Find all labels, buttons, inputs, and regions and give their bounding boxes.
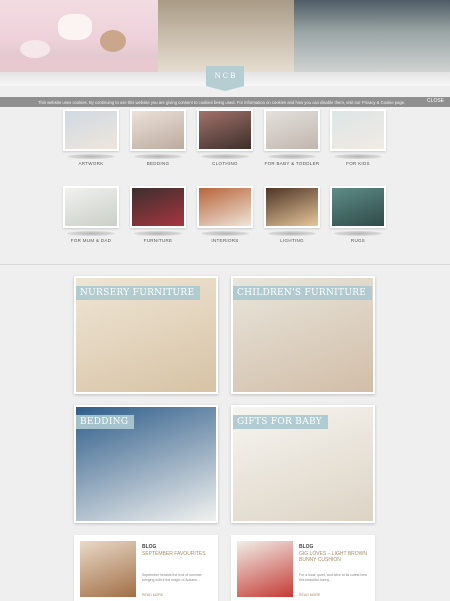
category-label: FOR BABY & TODDLER	[264, 161, 320, 166]
category-label: FURNITURE	[143, 238, 173, 243]
cookie-bar: This website uses cookies. By continuing…	[0, 97, 450, 107]
hero-image-crib	[158, 0, 407, 72]
feature-label: GIFTS FOR BABY	[233, 415, 328, 429]
category-label: ARTWORK	[78, 161, 104, 166]
blog-tag: BLOG	[299, 544, 314, 550]
category-image	[264, 109, 320, 151]
blog-excerpt: For a local, quiet, and alive at its cut…	[299, 573, 368, 582]
category-image	[197, 186, 253, 228]
blog-thumbnail	[80, 541, 136, 597]
read-more-link[interactable]: READ MORE	[299, 593, 320, 597]
section-divider	[0, 264, 450, 265]
category-label: FOR KIDS	[346, 161, 370, 166]
category-image	[264, 186, 320, 228]
category-artwork[interactable]: ARTWORK	[63, 109, 119, 166]
category-label: RUGS	[350, 238, 366, 243]
cookie-close-button[interactable]: CLOSE	[427, 98, 444, 104]
feature-label: CHILDREN'S FURNITURE	[233, 286, 373, 300]
read-more-link[interactable]: READ MORE	[142, 593, 163, 597]
category-label: INTERIORS	[211, 238, 239, 243]
blog-tag: BLOG	[142, 544, 157, 550]
logo-letter: B	[230, 72, 236, 80]
category-mum-dad[interactable]: FOR MUM & DAD	[63, 186, 119, 243]
cookie-text: This website uses cookies. By continuing…	[38, 99, 406, 105]
category-label: CLOTHING	[212, 161, 238, 166]
blog-title[interactable]: SEPTEMBER FAVOURITES	[142, 551, 214, 557]
category-label: LIGHTING	[280, 238, 304, 243]
category-image	[63, 186, 119, 228]
category-image	[330, 186, 386, 228]
hero-banner	[0, 0, 450, 72]
hero-image-bedroom	[294, 0, 450, 72]
logo[interactable]: N C B	[206, 66, 244, 91]
category-baby-toddler[interactable]: FOR BABY & TODDLER	[264, 109, 320, 166]
logo-letter: N	[214, 72, 221, 80]
category-image	[63, 109, 119, 151]
category-bedding[interactable]: BEDDING	[130, 109, 186, 166]
feature-label: BEDDING	[76, 415, 135, 429]
category-rugs[interactable]: RUGS	[330, 186, 386, 243]
category-image	[130, 109, 186, 151]
hero-image-nursery	[0, 0, 158, 72]
category-lighting[interactable]: LIGHTING	[264, 186, 320, 243]
feature-gifts-for-baby[interactable]: GIFTS FOR BABY	[231, 405, 375, 523]
category-clothing[interactable]: CLOTHING	[197, 109, 253, 166]
blog-card[interactable]: BLOG GIG LOVES – LIGHT BROWN BUNNY CUSHI…	[231, 535, 375, 601]
feature-bedding[interactable]: BEDDING	[74, 405, 218, 523]
feature-label: NURSERY FURNITURE	[76, 286, 201, 300]
feature-childrens-furniture[interactable]: CHILDREN'S FURNITURE	[231, 276, 375, 394]
blog-card[interactable]: BLOG SEPTEMBER FAVOURITES September hera…	[74, 535, 218, 601]
category-kids[interactable]: FOR KIDS	[330, 109, 386, 166]
category-image	[197, 109, 253, 151]
category-furniture[interactable]: FURNITURE	[130, 186, 186, 243]
logo-letter: C	[222, 72, 229, 80]
category-interiors[interactable]: INTERIORS	[197, 186, 253, 243]
category-image	[130, 186, 186, 228]
feature-nursery-furniture[interactable]: NURSERY FURNITURE	[74, 276, 218, 394]
category-image	[330, 109, 386, 151]
category-label: FOR MUM & DAD	[70, 238, 112, 243]
category-label: BEDDING	[146, 161, 170, 166]
blog-thumbnail	[237, 541, 293, 597]
blog-title[interactable]: GIG LOVES – LIGHT BROWN BUNNY CUSHION	[299, 551, 371, 563]
blog-excerpt: September heralds the end of summer, bri…	[142, 573, 203, 582]
